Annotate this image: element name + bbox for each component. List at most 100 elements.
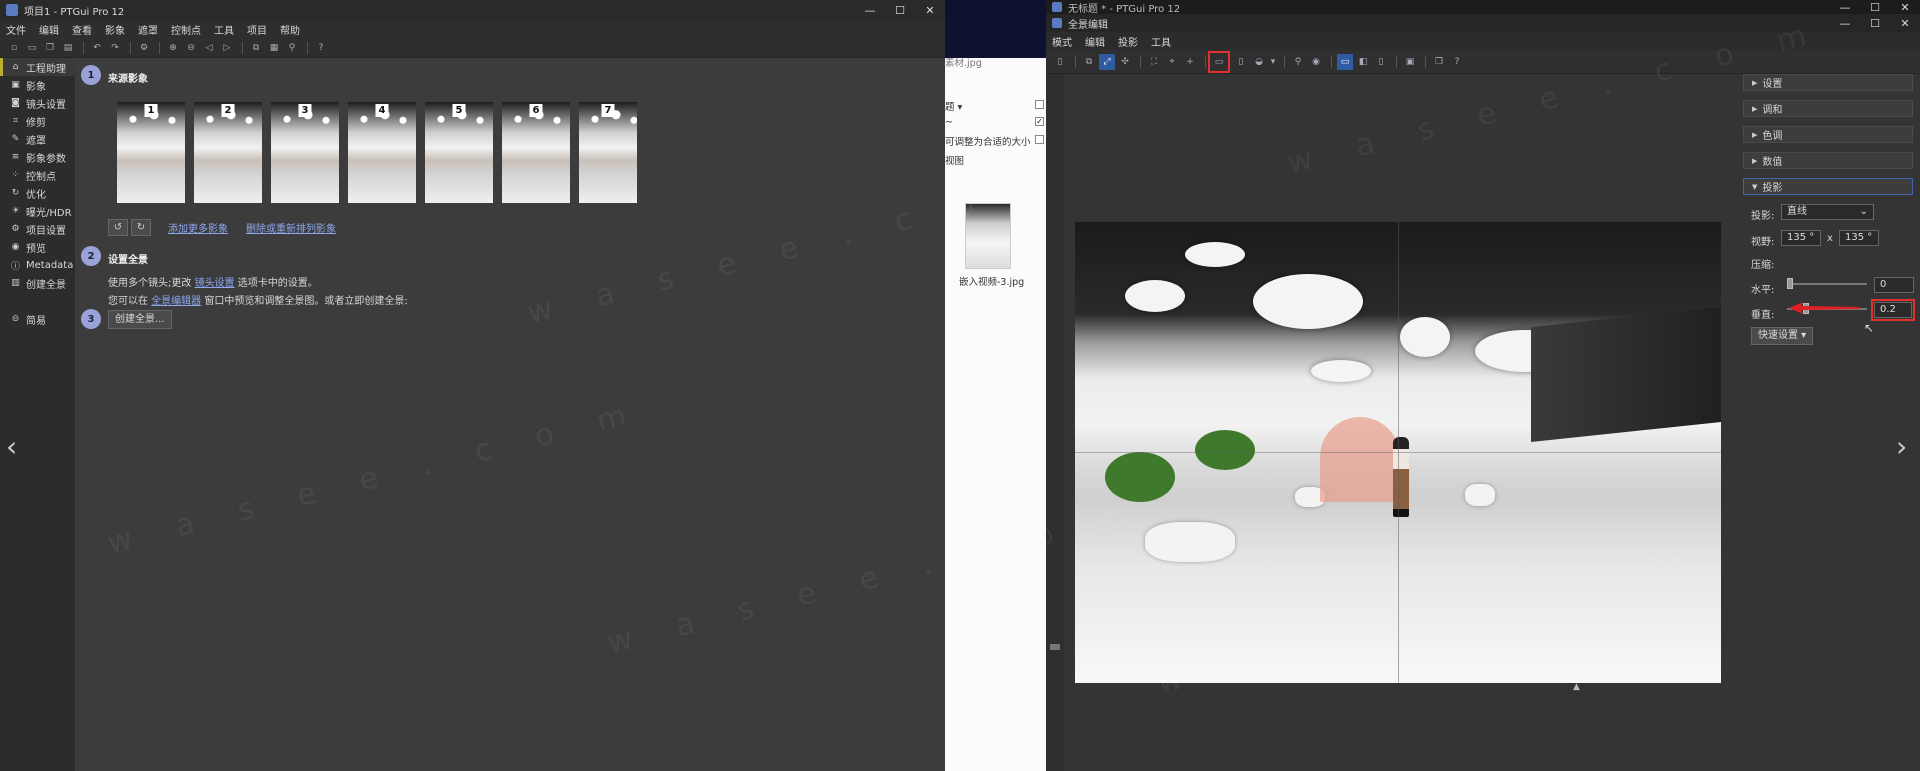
source-image-thumbnail[interactable]: 2: [194, 102, 262, 203]
prev-icon[interactable]: ◁: [201, 40, 217, 56]
pin-icon[interactable]: ⚲: [284, 40, 300, 56]
source-image-thumbnail[interactable]: 7: [579, 102, 637, 203]
quick-settings-button[interactable]: 快速设置 ▾: [1751, 327, 1814, 345]
rectilinear-projection-icon[interactable]: ▭: [1208, 50, 1230, 73]
close-button[interactable]: ✕: [1890, 17, 1920, 30]
next-slide-chevron-icon[interactable]: ›: [1896, 430, 1907, 463]
center-icon[interactable]: ⌖: [1164, 54, 1180, 70]
minimize-button[interactable]: —: [1830, 17, 1860, 30]
explorer-file-name[interactable]: 嵌入视频-3.jpg: [959, 274, 1024, 288]
explorer-file-thumbnail[interactable]: [965, 203, 1011, 269]
undo-icon[interactable]: ↶: [89, 40, 105, 56]
section-projection[interactable]: ▼ 投影: [1743, 178, 1913, 195]
move-tool-icon[interactable]: ⤢: [1099, 53, 1115, 70]
sidebar-item-image-parameters[interactable]: ≡ 影象参数: [0, 148, 75, 166]
section-settings[interactable]: ▶ 设置: [1743, 74, 1913, 91]
table-icon[interactable]: ▦: [266, 40, 282, 56]
sidebar-item-exposure-hdr[interactable]: ☀ 曝光/HDR: [0, 202, 75, 220]
menu-projection[interactable]: 投影: [1118, 34, 1138, 49]
menu-help[interactable]: 帮助: [280, 22, 300, 37]
sidebar-item-preview[interactable]: ◉ 预览: [0, 238, 75, 256]
sidebar-item-crop[interactable]: ⌗ 修剪: [0, 112, 75, 130]
horizon-marker-icon[interactable]: ▲: [1573, 682, 1580, 692]
minimize-button[interactable]: —: [1830, 1, 1860, 14]
help-icon[interactable]: ?: [313, 40, 329, 56]
zoom-out-icon[interactable]: ⊖: [183, 40, 199, 56]
menu-file[interactable]: 文件: [6, 22, 26, 37]
maximize-button[interactable]: ☐: [885, 4, 915, 17]
vertical-handle[interactable]: [1050, 644, 1060, 650]
vertical-input[interactable]: 0.2: [1871, 299, 1915, 321]
sidebar-item-images[interactable]: ▣ 影象: [0, 76, 75, 94]
menu-tools[interactable]: 工具: [214, 22, 234, 37]
window-icon[interactable]: ❐: [1431, 54, 1447, 70]
fov-vertical-input[interactable]: 135 °: [1839, 230, 1879, 246]
source-image-thumbnail[interactable]: 5: [425, 102, 493, 203]
explorer-checkbox[interactable]: [1035, 100, 1044, 109]
copy-icon[interactable]: ❐: [42, 40, 58, 56]
menu-edit[interactable]: 编辑: [39, 22, 59, 37]
next-icon[interactable]: ▷: [219, 40, 235, 56]
add-more-images-link[interactable]: 添加更多影象: [168, 220, 228, 235]
source-image-thumbnail[interactable]: 1: [117, 102, 185, 203]
crop-view-icon[interactable]: ▭: [1337, 53, 1353, 70]
section-values[interactable]: ▶ 数值: [1743, 152, 1913, 169]
menu-control-points[interactable]: 控制点: [171, 22, 201, 37]
minimize-button[interactable]: —: [855, 4, 885, 17]
chevron-down-icon[interactable]: ▾: [1269, 54, 1277, 70]
maximize-button[interactable]: ☐: [1860, 17, 1890, 30]
fit-panorama-icon[interactable]: ⛶: [1146, 54, 1162, 70]
fov-horizontal-input[interactable]: 135 °: [1781, 230, 1821, 246]
book-view-icon[interactable]: ▯: [1373, 54, 1389, 70]
eye-icon[interactable]: ◉: [1308, 54, 1324, 70]
close-button[interactable]: ✕: [1890, 1, 1920, 14]
redo-icon[interactable]: ↷: [107, 40, 123, 56]
horizontal-slider-knob[interactable]: [1787, 278, 1793, 289]
menu-images[interactable]: 影象: [105, 22, 125, 37]
fit-icon[interactable]: ▯: [1052, 54, 1068, 70]
zoom-in-icon[interactable]: ⊕: [165, 40, 181, 56]
sidebar-item-metadata[interactable]: ⓘ Metadata: [0, 256, 75, 274]
split-view-icon[interactable]: ◧: [1355, 54, 1371, 70]
document-icon[interactable]: ▯: [1233, 54, 1249, 70]
horizontal-input[interactable]: 0: [1874, 277, 1914, 293]
menu-edit[interactable]: 编辑: [1085, 34, 1105, 49]
sidebar-item-optimize[interactable]: ↻ 优化: [0, 184, 75, 202]
menu-tools[interactable]: 工具: [1151, 34, 1171, 49]
rotate-left-button[interactable]: ↺: [108, 219, 128, 236]
lens-settings-link[interactable]: 镜头设置: [195, 278, 235, 289]
horizontal-slider[interactable]: [1787, 283, 1867, 285]
menu-view[interactable]: 查看: [72, 22, 92, 37]
settings-gear-icon[interactable]: ⚙: [136, 40, 152, 56]
globe-icon[interactable]: ◒: [1251, 54, 1267, 70]
sidebar-item-project-settings[interactable]: ⚙ 项目设置: [0, 220, 75, 238]
explorer-checkbox-checked[interactable]: ✓: [1035, 117, 1044, 126]
section-tone[interactable]: ▶ 色调: [1743, 126, 1913, 143]
layers-icon[interactable]: ⧉: [1081, 54, 1097, 70]
panorama-editor-link[interactable]: 全景编辑器: [151, 296, 201, 307]
maximize-button[interactable]: ☐: [1860, 1, 1890, 14]
rotate-right-button[interactable]: ↻: [131, 219, 151, 236]
explorer-option-row[interactable]: 视图: [945, 153, 964, 167]
explorer-option-row[interactable]: ~: [945, 117, 953, 128]
remove-reorder-images-link[interactable]: 删除或重新排列影象: [246, 220, 336, 235]
rotate-tool-icon[interactable]: ✣: [1117, 54, 1133, 70]
create-panorama-button[interactable]: 创建全景...: [108, 310, 172, 329]
source-image-thumbnail[interactable]: 4: [348, 102, 416, 203]
explorer-option-row[interactable]: 题 ▾: [945, 99, 962, 113]
source-image-thumbnail[interactable]: 6: [502, 102, 570, 203]
explorer-option-row[interactable]: 可调整为合适的大小: [945, 134, 1031, 148]
zoom-icon[interactable]: ⚲: [1290, 54, 1306, 70]
sidebar-item-project-assistant[interactable]: ⌂ 工程助理: [0, 58, 75, 76]
save-icon[interactable]: ▤: [60, 40, 76, 56]
sidebar-item-create-panorama[interactable]: ▥ 创建全景: [0, 274, 75, 292]
projection-select[interactable]: 直线 ⌄: [1781, 204, 1874, 220]
explorer-file-label[interactable]: 素材.jpg: [945, 55, 982, 69]
menu-mask[interactable]: 遮罩: [138, 22, 158, 37]
source-image-thumbnail[interactable]: 3: [271, 102, 339, 203]
close-button[interactable]: ✕: [915, 4, 945, 17]
help-icon[interactable]: ?: [1449, 54, 1465, 70]
sidebar-item-control-points[interactable]: ⁘ 控制点: [0, 166, 75, 184]
prev-slide-chevron-icon[interactable]: ‹: [6, 430, 17, 463]
new-project-icon[interactable]: ▫: [6, 40, 22, 56]
